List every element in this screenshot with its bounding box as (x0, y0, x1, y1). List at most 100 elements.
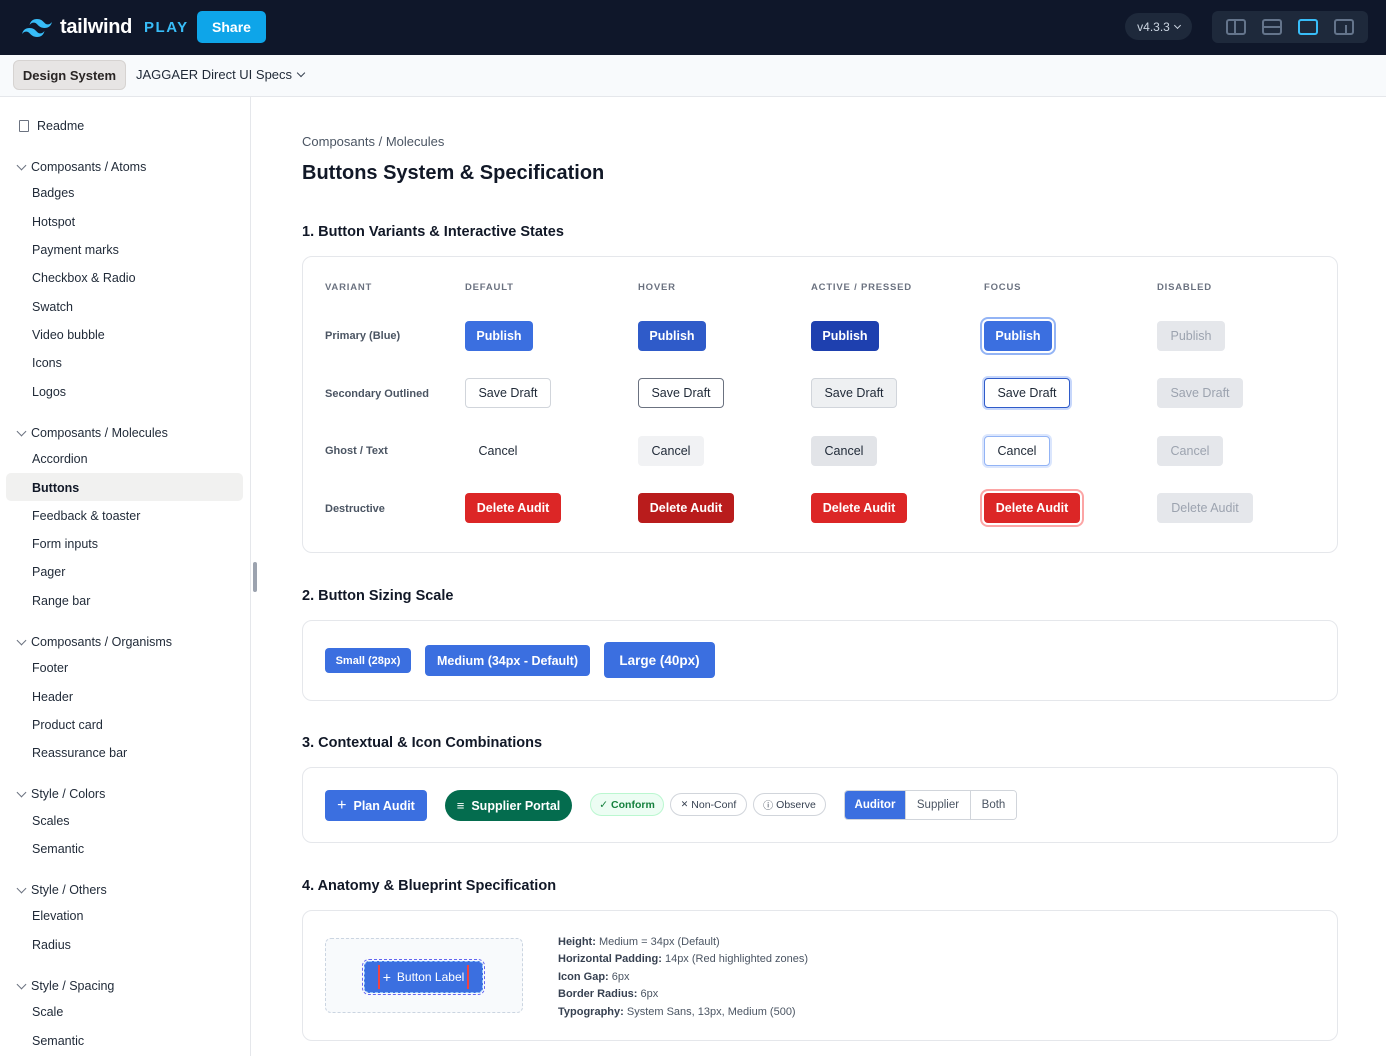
share-button[interactable]: Share (197, 11, 266, 43)
layout-split-vertical-icon[interactable] (1226, 19, 1246, 35)
sidebar-item-spacing-scale[interactable]: Scale (32, 1005, 63, 1019)
secondary-hover-button[interactable]: Save Draft (638, 378, 724, 408)
sidebar-item-spacing-semantic[interactable]: Semantic (32, 1034, 84, 1048)
sidebar-item-buttons[interactable]: Buttons (32, 481, 79, 495)
plan-audit-button[interactable]: + Plan Audit (325, 790, 427, 821)
pane-resize-handle[interactable] (253, 562, 257, 592)
blueprint-frame: + Button Label (325, 938, 523, 1013)
sizing-card: Small (28px) Medium (34px - Default) Lar… (302, 620, 1338, 701)
secondary-default-button[interactable]: Save Draft (465, 378, 551, 408)
primary-active-button[interactable]: Publish (811, 321, 879, 351)
primary-default-button[interactable]: Publish (465, 321, 533, 351)
ghost-hover-button[interactable]: Cancel (638, 436, 704, 466)
sidebar-group-colors[interactable]: Style / Colors (16, 787, 105, 801)
sidebar-item-scales[interactable]: Scales (32, 814, 70, 828)
secondary-active-button[interactable]: Save Draft (811, 378, 897, 408)
sidebar-group-others[interactable]: Style / Others (16, 883, 107, 897)
section-title-anatomy: 4. Anatomy & Blueprint Specification (302, 878, 557, 894)
section-title-contextual: 3. Contextual & Icon Combinations (302, 735, 543, 751)
sidebar-item-readme[interactable]: Readme (19, 119, 84, 133)
version-label: v4.3.3 (1137, 19, 1170, 34)
version-selector[interactable]: v4.3.3 (1125, 13, 1192, 40)
sidebar-group-molecules[interactable]: Composants / Molecules (16, 426, 168, 440)
secondary-focus-button[interactable]: Save Draft (984, 378, 1070, 408)
layout-split-horizontal-icon[interactable] (1262, 19, 1282, 35)
breadcrumb: Composants / Molecules (302, 134, 445, 149)
destructive-focus-button[interactable]: Delete Audit (984, 493, 1080, 523)
chip-observe[interactable]: ⓘ Observe (753, 793, 826, 816)
ghost-active-button[interactable]: Cancel (811, 436, 877, 466)
sidebar-item-checkbox-radio[interactable]: Checkbox & Radio (32, 271, 136, 285)
sidebar-item-product-card[interactable]: Product card (32, 718, 103, 732)
sidebar-item-hotspot[interactable]: Hotspot (32, 215, 75, 229)
primary-disabled-button: Publish (1157, 321, 1225, 351)
sidebar-item-semantic[interactable]: Semantic (32, 842, 84, 856)
layout-responsive-icon[interactable] (1334, 19, 1354, 35)
section-title-sizing: 2. Button Sizing Scale (302, 588, 454, 604)
sidebar-item-footer[interactable]: Footer (32, 661, 68, 675)
sidebar-group-spacing[interactable]: Style / Spacing (16, 979, 115, 993)
destructive-hover-button[interactable]: Delete Audit (638, 493, 734, 523)
sidebar-item-accordion[interactable]: Accordion (32, 452, 88, 466)
sidebar-item-swatch[interactable]: Swatch (32, 300, 73, 314)
destructive-default-button[interactable]: Delete Audit (465, 493, 561, 523)
sidebar-item-logos[interactable]: Logos (32, 385, 66, 399)
plus-icon: + (337, 796, 347, 814)
chevron-down-icon (296, 68, 306, 77)
check-icon: ✓ (599, 798, 609, 811)
chevron-down-icon (16, 426, 27, 436)
plus-icon: + (382, 969, 391, 985)
segment-auditor[interactable]: Auditor (845, 791, 906, 819)
padding-marker-right (467, 965, 469, 989)
sidebar-item-pager[interactable]: Pager (32, 565, 65, 579)
column-header-hover: HOVER (638, 282, 676, 293)
sidebar-item-form-inputs[interactable]: Form inputs (32, 537, 98, 551)
sidebar-item-badges[interactable]: Badges (32, 186, 74, 200)
chevron-down-icon (16, 979, 27, 989)
layout-preview-icon[interactable] (1298, 19, 1318, 35)
column-header-variant: VARIANT (325, 282, 373, 293)
sidebar-group-atoms[interactable]: Composants / Atoms (16, 160, 146, 174)
segment-both[interactable]: Both (971, 791, 1016, 819)
spec-padding: Horizontal Padding: 14px (Red highlighte… (558, 953, 809, 966)
tab-design-system[interactable]: Design System (13, 60, 126, 90)
row-label-destructive: Destructive (325, 503, 385, 515)
column-header-default: DEFAULT (465, 282, 514, 293)
sidebar-item-icons[interactable]: Icons (32, 356, 62, 370)
sidebar-item-radius[interactable]: Radius (32, 938, 71, 952)
tailwind-play-logo[interactable]: tailwind PLAY (22, 16, 189, 39)
sidebar-item-range-bar[interactable]: Range bar (32, 594, 90, 608)
layout-switcher (1212, 11, 1368, 43)
small-size-button[interactable]: Small (28px) (325, 648, 411, 673)
document-title: JAGGAER Direct UI Specs (136, 67, 293, 82)
segment-supplier[interactable]: Supplier (906, 791, 971, 819)
row-label-secondary: Secondary Outlined (325, 388, 429, 400)
large-size-button[interactable]: Large (40px) (604, 642, 715, 678)
sidebar-group-label: Style / Spacing (31, 979, 115, 993)
chip-label: Non-Conf (691, 798, 737, 811)
sidebar-item-payment-marks[interactable]: Payment marks (32, 243, 119, 257)
page-title: Buttons System & Specification (302, 162, 605, 184)
section-title-variants: 1. Button Variants & Interactive States (302, 224, 564, 240)
supplier-portal-button[interactable]: ≡ Supplier Portal (445, 790, 572, 821)
primary-focus-button[interactable]: Publish (984, 321, 1052, 351)
chevron-down-icon (16, 787, 27, 797)
medium-size-button[interactable]: Medium (34px - Default) (425, 645, 590, 676)
sidebar-item-reassurance-bar[interactable]: Reassurance bar (32, 746, 127, 760)
spec-border-radius: Border Radius: 6px (558, 988, 659, 1001)
secondary-disabled-button: Save Draft (1157, 378, 1243, 408)
primary-hover-button[interactable]: Publish (638, 321, 706, 351)
sidebar-item-feedback-toaster[interactable]: Feedback & toaster (32, 509, 140, 523)
sidebar-item-video-bubble[interactable]: Video bubble (32, 328, 105, 342)
row-label-ghost: Ghost / Text (325, 445, 388, 457)
ghost-default-button[interactable]: Cancel (465, 436, 531, 466)
document-selector[interactable]: JAGGAER Direct UI Specs (136, 67, 306, 82)
ghost-focus-button[interactable]: Cancel (984, 436, 1050, 466)
sidebar-group-organisms[interactable]: Composants / Organisms (16, 635, 172, 649)
sidebar-item-elevation[interactable]: Elevation (32, 909, 83, 923)
destructive-active-button[interactable]: Delete Audit (811, 493, 907, 523)
chip-conform[interactable]: ✓ Conform (590, 793, 664, 816)
chip-non-conf[interactable]: ✕ Non-Conf (670, 793, 747, 816)
sub-bar: Design System JAGGAER Direct UI Specs (0, 55, 1386, 97)
sidebar-item-header[interactable]: Header (32, 690, 73, 704)
